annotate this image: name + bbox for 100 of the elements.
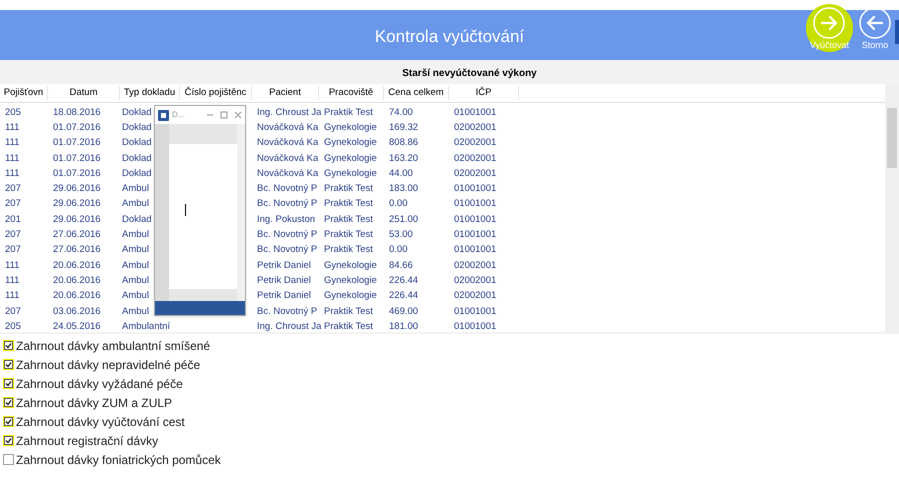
table-cell: Ambulantní [122,320,170,332]
table-cell: Praktik Test [324,183,373,194]
table-cell: 01001001 [454,198,496,210]
table-cell: Petrik Daniel [257,260,311,271]
table-cell: Praktik Test [324,306,373,317]
table-cell: 02002001 [454,260,496,271]
table-cell: Ambul [122,198,149,210]
checkbox-label: Zahrnout dávky vyžádané péče [16,376,183,393]
table-cell: Praktik Test [324,214,373,225]
table-cell: 808.86 [389,137,418,148]
table-cell: Nováčková Ka [257,137,318,148]
arrow-right-icon [813,7,846,39]
table-cell: 207 [5,198,21,210]
table-cell: 01001001 [454,214,496,225]
table-cell: 0.00 [389,198,408,210]
table-cell: 111 [5,137,20,148]
table-cell: Nováčková Ka [257,122,318,133]
window-scrollbar[interactable] [237,124,245,301]
table-cell: 29.06.2016 [53,183,101,194]
table-cell: Bc. Novotný P [257,306,318,317]
table-cell: 29.06.2016 [53,198,101,210]
table-cell: 111 [5,152,20,164]
table-cell: Doklad [122,122,152,133]
table-cell: 84.66 [389,260,413,271]
table-cell: Nováčková Ka [257,168,318,179]
table-cell: 111 [5,290,20,302]
checkbox[interactable] [3,378,14,390]
table-cell: 44.00 [389,168,413,179]
checkbox[interactable] [3,416,14,428]
table-cell: 02002001 [454,122,496,133]
table-cell: 226.44 [389,274,418,286]
table-cell: 27.06.2016 [53,229,101,240]
table-cell: Praktik Test [324,244,373,256]
table-cell: 20.06.2016 [53,260,101,271]
table-cell: 01001001 [454,106,496,118]
checkbox-label: Zahrnout registrační dávky [16,432,158,450]
checkbox[interactable] [3,359,14,370]
table-title: Starší nevyúčtované výkony [402,67,537,81]
column-header[interactable]: Datum [48,86,120,100]
scrollbar[interactable] [885,84,899,332]
table-cell: Gynekologie [324,122,377,133]
table-cell: Doklad [122,168,152,179]
table-cell: 207 [5,183,21,194]
table-cell: Bc. Novotný P [257,229,318,240]
checkbox[interactable] [3,435,14,446]
table-cell: Praktik Test [324,229,373,240]
table-cell: 207 [5,229,21,240]
table-cell: 24.05.2016 [53,320,101,332]
checkbox[interactable] [3,397,14,408]
table-cell: 18.08.2016 [53,106,101,118]
table-cell: 181.00 [389,320,418,332]
table-cell: 27.06.2016 [53,244,101,256]
table-cell: Ambul [122,229,149,240]
column-header[interactable]: Pacient [252,86,319,100]
table-cell: 02002001 [454,274,496,286]
window-title: D... [172,109,184,121]
table-cell: 469.00 [389,306,418,317]
table-cell: Praktik Test [324,198,373,210]
table-cell: Bc. Novotný P [257,198,318,210]
document-icon [158,110,169,120]
table-cell: Doklad [122,214,152,225]
table-cell: 02002001 [454,290,496,302]
checkbox-label: Zahrnout dávky ZUM a ZULP [16,394,172,412]
table-cell: Ambul [122,183,149,194]
table-cell: Praktik Test [324,320,373,332]
column-header[interactable]: Číslo pojištěnc [180,86,252,100]
column-header[interactable]: Pojišťovn [0,86,48,100]
window-controls-icon[interactable] [206,111,242,119]
table-cell: Petrik Daniel [257,274,311,286]
table-cell: Gynekologie [324,168,377,179]
table-cell: Gynekologie [324,152,377,164]
table-cell: 207 [5,306,21,317]
table-cell: Gynekologie [324,290,377,302]
column-header[interactable]: IČP [449,86,519,100]
table-cell: 163.20 [389,152,418,164]
table-cell: 205 [5,320,21,332]
table-cell: Bc. Novotný P [257,183,318,194]
checkbox-label: Zahrnout dávky ambulantní smíšené [16,338,210,355]
table-cell: Bc. Novotný P [257,244,318,256]
column-header[interactable]: Cena celkem [384,86,449,100]
table-cell: 01001001 [454,229,496,240]
table-cell: Ing. Pokuston [257,214,316,225]
table-cell: 20.06.2016 [53,274,101,286]
table-cell: Gynekologie [324,260,377,271]
table-cell: 111 [5,274,20,286]
table-cell: Doklad [122,152,152,164]
checkbox[interactable] [3,340,14,352]
page-title: Kontrola vyúčtování [374,26,524,48]
table-cell: 0.00 [389,244,408,256]
table-cell: 111 [5,122,20,133]
column-header[interactable]: Typ dokladu [120,86,180,100]
table-cell: 111 [5,260,20,271]
table-cell: Gynekologie [324,137,377,148]
table-cell: Gynekologie [324,274,377,286]
table-cell: 02002001 [454,152,496,164]
column-header[interactable]: Pracoviště [319,86,384,100]
table-cell: Ing. Chroust Ja [257,106,322,118]
table-cell: 74.00 [389,106,413,118]
table-cell: Ambul [122,244,149,256]
checkbox[interactable] [3,454,14,466]
